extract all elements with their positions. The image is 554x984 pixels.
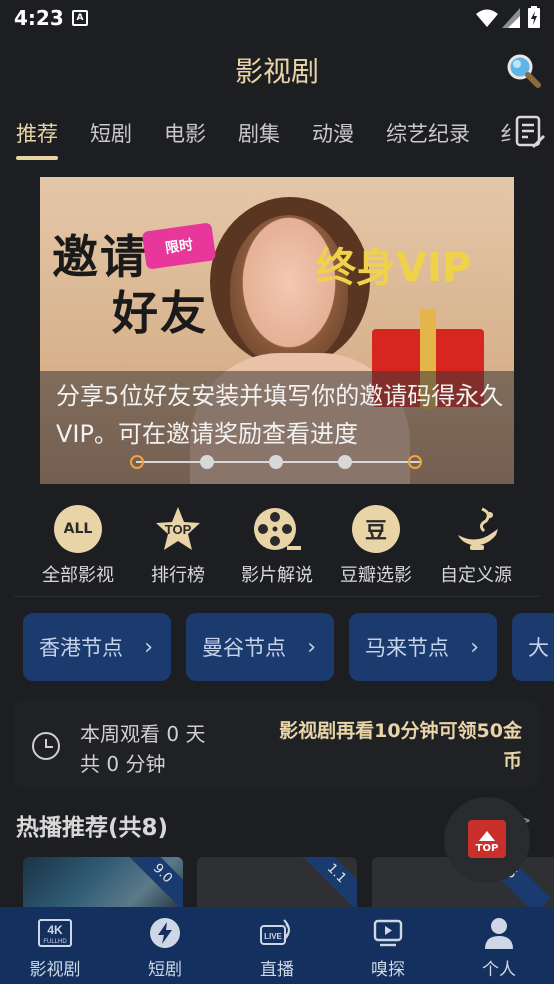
svg-text:TOP: TOP — [165, 522, 192, 537]
4k-icon: 4K FULLHD — [38, 917, 72, 949]
notification-icon: A — [72, 10, 88, 26]
pager-dot[interactable] — [269, 455, 283, 469]
node-label: 大 — [528, 636, 549, 660]
play-screen-icon — [371, 917, 405, 949]
genie-lamp-icon — [452, 505, 500, 553]
banner-caption: 分享5位好友安装并填写你的邀请码得永久VIP。可在邀请奖励查看进度 — [56, 382, 504, 448]
rating-badge: 1.1 — [296, 857, 357, 914]
film-reel-icon — [253, 505, 301, 553]
rating-badge: 9.0 — [122, 857, 183, 914]
quick-label: 豆瓣选影 — [340, 565, 412, 586]
lightning-icon — [148, 917, 182, 949]
watch-days: 本周观看 0 天 — [80, 722, 206, 746]
quick-ranking[interactable]: TOP 排行榜 — [128, 505, 228, 587]
banner-title-friends: 好友 — [112, 286, 208, 340]
quick-label: 全部影视 — [42, 565, 114, 586]
tab-recommend[interactable]: 推荐 — [16, 118, 58, 148]
category-tabs: 推荐 短剧 电影 剧集 动漫 综艺纪录 纟 — [0, 112, 554, 164]
tab-variety-documentary[interactable]: 综艺纪录 — [386, 118, 470, 148]
watch-reward: 影视剧再看10分钟可领50金币 — [279, 720, 522, 772]
wifi-icon — [476, 9, 498, 27]
node-hongkong[interactable]: 香港节点 › — [23, 613, 171, 681]
node-label: 香港节点 — [39, 636, 123, 660]
battery-icon — [528, 6, 540, 28]
nav-short-drama[interactable]: 短剧 — [110, 907, 220, 984]
douban-icon: 豆 — [352, 505, 400, 553]
chevron-right-icon: › — [470, 635, 479, 660]
top-icon[interactable]: TOP — [468, 820, 506, 858]
clock-icon — [32, 732, 60, 760]
edit-list-icon — [515, 115, 545, 148]
svg-text:4K: 4K — [47, 923, 63, 937]
nav-movies[interactable]: 4K FULLHD 影视剧 — [0, 907, 110, 984]
signal-icon — [502, 8, 520, 28]
nav-label: 嗅探 — [371, 960, 405, 980]
node-label: 曼谷节点 — [202, 636, 286, 660]
pager-dot[interactable] — [338, 455, 352, 469]
node-bangkok[interactable]: 曼谷节点 › — [186, 613, 334, 681]
chevron-right-icon: › — [307, 635, 316, 660]
search-icon[interactable] — [505, 52, 541, 88]
status-bar: 4:23 A — [0, 0, 554, 36]
quick-film-explain[interactable]: 影片解说 — [227, 505, 327, 587]
page-title: 影视剧 — [234, 55, 319, 88]
svg-text:FULLHD: FULLHD — [43, 939, 67, 945]
top-star-icon: TOP — [154, 505, 202, 553]
nav-label: 短剧 — [148, 960, 182, 980]
quick-label: 影片解说 — [241, 565, 313, 586]
pager-dot[interactable] — [130, 455, 144, 469]
chevron-right-icon: › — [144, 635, 153, 660]
quick-label: 自定义源 — [440, 565, 512, 586]
nav-label: 直播 — [260, 960, 294, 980]
person-icon — [482, 917, 516, 949]
tab-short-drama[interactable]: 短剧 — [90, 118, 132, 148]
promo-banner[interactable]: 邀请 好友 限时 终身VIP 分享5位好友安装并填写你的邀请码得永久VIP。可在… — [40, 177, 514, 484]
tab-series[interactable]: 剧集 — [238, 118, 280, 148]
node-label: 马来节点 — [365, 636, 449, 660]
section-title: 热播推荐(共8) — [16, 815, 169, 841]
banner-limited-badge: 限时 — [141, 222, 217, 270]
tab-anime[interactable]: 动漫 — [312, 118, 354, 148]
nav-live[interactable]: LIVE 直播 — [222, 907, 332, 984]
pager-dot[interactable] — [200, 455, 214, 469]
node-malaysia[interactable]: 马来节点 › — [349, 613, 497, 681]
divider — [14, 596, 540, 597]
nav-sniff[interactable]: 嗅探 — [333, 907, 443, 984]
pager-dot[interactable] — [408, 455, 422, 469]
quick-custom-source[interactable]: 自定义源 — [426, 505, 526, 587]
nav-profile[interactable]: 个人 — [444, 907, 554, 984]
top-label: TOP — [475, 843, 499, 854]
banner-vip-text: 终身VIP — [316, 245, 472, 291]
node-more[interactable]: 大 — [512, 613, 554, 681]
nav-label: 影视剧 — [29, 960, 81, 980]
tab-movie[interactable]: 电影 — [164, 118, 206, 148]
tab-indicator — [16, 156, 58, 160]
live-icon: LIVE — [260, 917, 294, 949]
svg-text:LIVE: LIVE — [264, 932, 282, 941]
edit-tabs-button[interactable] — [514, 114, 546, 150]
quick-douban-picks[interactable]: 豆 豆瓣选影 — [326, 505, 426, 587]
all-icon: ALL — [54, 505, 102, 553]
status-time: 4:23 — [14, 6, 64, 30]
bottom-nav: 4K FULLHD 影视剧 短剧 LIVE 直播 嗅探 个人 — [0, 907, 554, 984]
watch-minutes: 共 0 分钟 — [80, 752, 166, 776]
quick-label: 排行榜 — [151, 565, 205, 586]
nav-label: 个人 — [482, 960, 516, 980]
quick-all-videos[interactable]: ALL 全部影视 — [28, 505, 128, 587]
